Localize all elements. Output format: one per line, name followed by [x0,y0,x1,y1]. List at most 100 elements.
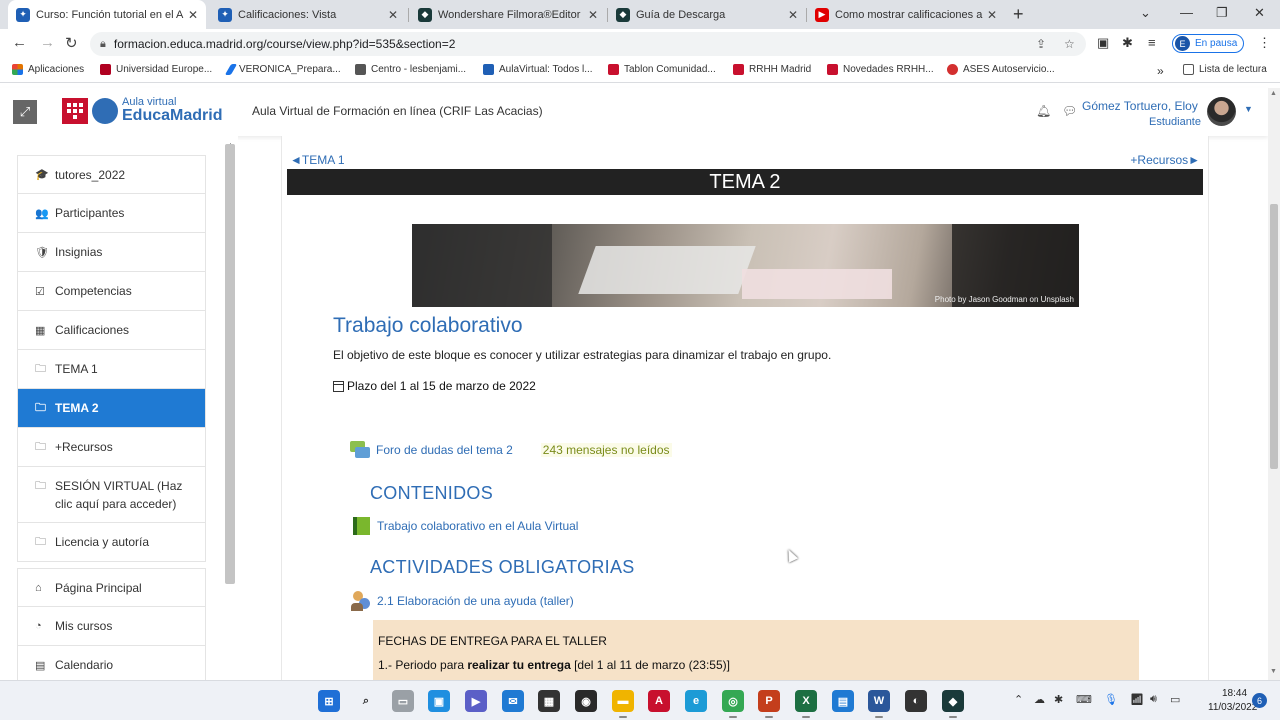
previous-section-link[interactable]: ◄TEMA 1 [290,153,345,167]
tray-volume-icon[interactable]: 🔊︎ [1150,693,1157,706]
sidebar-item-insignias[interactable]: 🛡 Insignias [17,233,206,272]
lock-icon[interactable]: 🔒︎ [100,38,106,51]
reading-list-button[interactable]: Lista de lectura [1183,64,1267,75]
scroll-down-icon[interactable]: ▼ [1270,668,1277,675]
sidebar-item-calificaciones[interactable]: ▦ Calificaciones [17,311,206,350]
obs-icon[interactable]: ◉ [575,690,597,712]
avatar[interactable] [1207,97,1236,126]
bookmark-label: Tablon Comunidad... [624,64,716,75]
teams-chat-icon[interactable]: ▶ [465,690,487,712]
bookmark-rrhh[interactable]: RRHH Madrid [733,64,811,75]
bookmark-star-icon[interactable]: ☆ [1064,37,1075,51]
file-explorer-icon[interactable]: ▬ [612,690,634,718]
acrobat-icon[interactable]: A [648,690,670,712]
forum-link[interactable]: Foro de dudas del tema 2 [376,443,513,457]
omnibox[interactable]: 🔒︎ formacion.educa.madrid.org/course/vie… [90,32,1086,56]
educamadrid-logo[interactable]: Aula virtual EducaMadrid [62,97,222,124]
new-tab-button[interactable]: + [1013,4,1024,25]
notifications-bell-icon[interactable]: 🔔︎ [1036,104,1051,118]
sidebar-item-tutores[interactable]: 🎓 tutores_2022 [17,155,206,194]
edge-icon[interactable]: e [685,690,707,712]
browser-tab-1[interactable]: ✦ Curso: Función tutorial en el Aula ✕ [8,0,206,29]
task-view-icon[interactable]: ▭ [392,690,414,712]
book-link[interactable]: Trabajo colaborativo en el Aula Virtual [377,519,578,533]
tray-cloud-icon[interactable]: ☁ [1034,693,1045,706]
tray-battery-icon[interactable]: ▭ [1170,693,1180,706]
extensions-puzzle-icon[interactable]: ✱ [1122,35,1133,51]
close-window-button[interactable]: ✕ [1254,5,1265,21]
close-tab-icon[interactable]: ✕ [788,8,798,22]
search-icon[interactable]: ⌕ [355,690,377,712]
sidebar-item-recursos[interactable]: 🗀 +Recursos [17,428,206,467]
browser-tab-3[interactable]: ◆ Wondershare Filmora®Editor de ✕ [410,0,606,29]
forward-arrow-icon[interactable]: → [40,34,55,51]
excel-icon[interactable]: X [795,690,817,718]
chrome-menu-icon[interactable]: ⋮ [1258,35,1271,51]
calculator-icon[interactable]: ▤ [832,690,854,712]
tray-wifi-icon[interactable]: 📶︎ [1130,693,1144,706]
tab-search-icon[interactable]: ⌄ [1140,5,1151,21]
browser-tab-4[interactable]: ◆ Guía de Descarga ✕ [608,0,806,29]
drawer-scrollbar[interactable] [225,144,235,584]
obs-studio-icon[interactable]: ◐ [905,690,927,712]
reload-icon[interactable]: ↻ [65,34,78,52]
sidebar-item-licencia[interactable]: 🗀 Licencia y autoría [17,523,206,562]
url-text[interactable]: formacion.educa.madrid.org/course/view.p… [114,37,456,51]
tray-microphone-icon[interactable]: 🎙︎ [1104,693,1118,706]
extension-screen-icon[interactable]: ▣ [1097,35,1109,51]
bookmark-novedades[interactable]: Novedades RRHH... [827,64,934,75]
next-section-link[interactable]: +Recursos► [1130,153,1200,167]
bookmark-ases[interactable]: ASES Autoservicio... [947,64,1055,75]
tray-keyboard-icon[interactable]: ⌨ [1076,693,1092,706]
bookmark-universidad[interactable]: Universidad Europe... [100,64,212,75]
powerpoint-icon[interactable]: P [758,690,780,718]
sidebar-item-pagina-principal[interactable]: ⌂ Página Principal [17,568,206,607]
sidebar-item-label: Competencias [55,284,132,298]
clock-time[interactable]: 18:44 [1222,688,1247,699]
bookmark-aplicaciones[interactable]: Aplicaciones [12,64,84,75]
close-tab-icon[interactable]: ✕ [388,8,398,22]
user-menu-caret-icon[interactable]: ▼ [1244,104,1253,114]
user-name[interactable]: Gómez Tortuero, Eloy [1082,99,1198,113]
expand-icon[interactable]: ⤢ [13,100,37,124]
page-scroll-thumb[interactable] [1270,204,1278,469]
sidebar-item-tema1[interactable]: 🗀 TEMA 1 [17,350,206,389]
sidebar-item-sesion-virtual[interactable]: 🗀 SESIÓN VIRTUAL (Haz clic aquí para acce… [17,467,206,523]
messages-chat-icon[interactable]: 💬︎ [1062,104,1077,118]
sidebar-item-competencias[interactable]: ☑ Competencias [17,272,206,311]
media-control-icon[interactable]: ≡ [1148,35,1156,50]
close-tab-icon[interactable]: ✕ [987,8,997,22]
sidebar-item-tema2[interactable]: 🗀 TEMA 2 [17,389,206,428]
close-tab-icon[interactable]: ✕ [588,8,598,22]
bookmark-tablon[interactable]: Tablon Comunidad... [608,64,716,75]
browser-tab-5[interactable]: ▶ Como mostrar calificaciones a lo ✕ [807,0,1005,29]
store-icon[interactable]: ▦ [538,690,560,712]
back-arrow-icon[interactable]: ← [12,34,27,51]
minimize-button[interactable]: — [1180,5,1193,20]
tray-bluetooth-icon[interactable]: ✱ [1054,693,1063,706]
mail-icon[interactable]: ✉ [502,690,524,712]
browser-tab-2[interactable]: ✦ Calificaciones: Vista ✕ [210,0,406,29]
filmora-icon[interactable]: ◆ [942,690,964,718]
chrome-icon[interactable]: ◎ [722,690,744,718]
unread-posts-link[interactable]: 243 mensajes no leídos [540,443,672,457]
bookmark-veronica[interactable]: VERONICA_Prepara... [224,64,341,75]
sidebar-item-participantes[interactable]: 👥 Participantes [17,194,206,233]
word-icon[interactable]: W [868,690,890,718]
widgets-icon[interactable]: ▣ [428,690,450,712]
profile-button[interactable]: E En pausa [1172,34,1245,53]
bookmark-aulavirtual[interactable]: AulaVirtual: Todos l... [483,64,593,75]
workshop-link[interactable]: 2.1 Elaboración de una ayuda (taller) [377,594,574,608]
share-icon[interactable]: ⇪ [1036,37,1046,51]
notice-line-1-prefix: 1.- Periodo para [378,658,468,672]
sidebar-item-mis-cursos[interactable]: ◔ Mis cursos [17,607,206,646]
tray-overflow-chevron-icon[interactable]: ⌃ [1014,693,1023,706]
close-tab-icon[interactable]: ✕ [188,8,198,22]
clock-date[interactable]: 11/03/2022 [1208,702,1257,713]
maximize-button[interactable]: ❐ [1216,5,1228,21]
notification-badge[interactable]: 6 [1252,693,1267,708]
bookmark-centro[interactable]: Centro - lesbenjami... [355,64,466,75]
windows-start-icon[interactable]: ⊞ [318,690,340,712]
scroll-up-icon[interactable]: ▲ [1270,90,1277,97]
more-bookmarks-button[interactable]: » [1157,64,1164,78]
